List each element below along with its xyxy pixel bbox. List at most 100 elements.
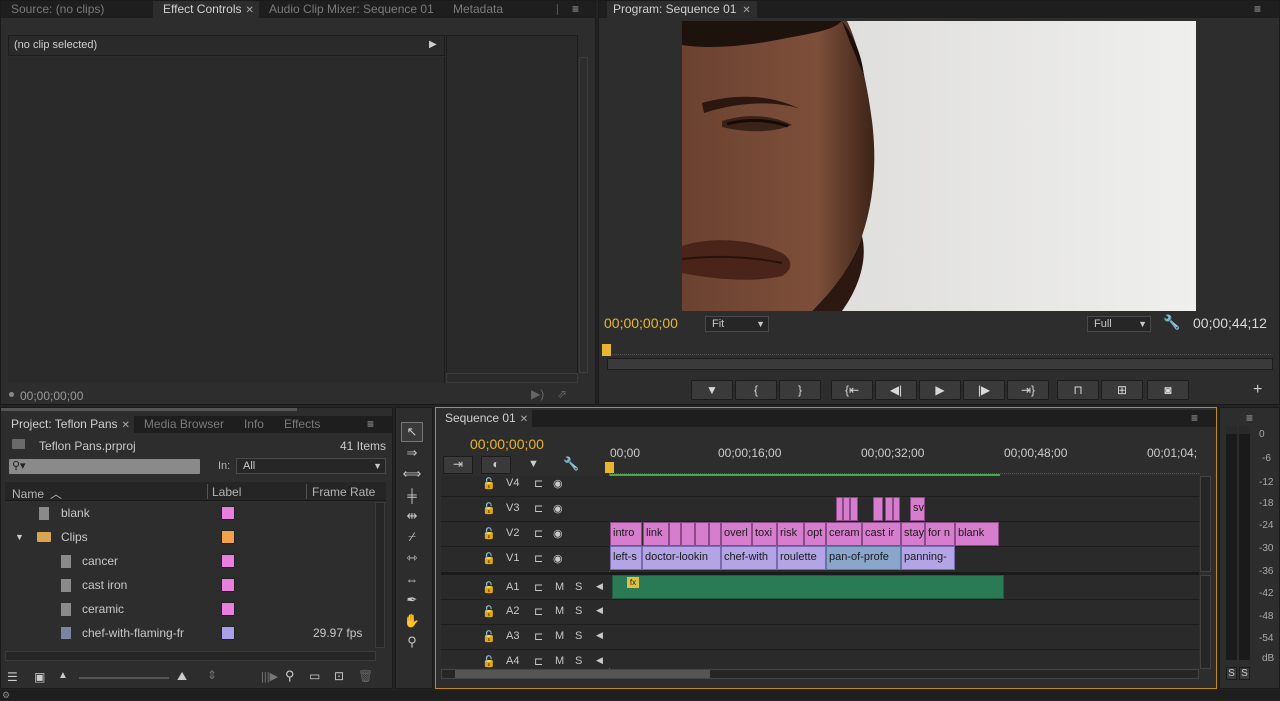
step-back-button[interactable]: ◀| [875,380,917,400]
clip-v3[interactable] [843,497,850,521]
lift-button[interactable]: ⊓ [1057,380,1099,400]
tab-media-browser[interactable]: Media Browser [134,416,234,433]
chevron-down-icon[interactable]: ▼ [15,532,24,542]
horizontal-scrollbar[interactable] [5,651,376,661]
lock-icon[interactable]: 🔓 [482,605,496,618]
solo-button[interactable]: S [575,605,582,617]
list-view-icon[interactable]: ☰ [7,670,18,684]
new-item-icon[interactable]: ⊡ [334,669,344,683]
sync-icon[interactable]: ⊏ [534,552,543,565]
clip-v2[interactable] [695,522,709,546]
sync-icon[interactable]: ⊏ [534,581,543,594]
zoom-out-icon[interactable]: ▲ [58,670,68,681]
column-label[interactable]: Label [212,485,241,499]
mark-in-button[interactable]: { [735,380,777,400]
tab-program[interactable]: Program: Sequence 01 ✕ [607,1,757,18]
timeline-vertical-scrollbar[interactable] [1200,575,1211,669]
close-icon[interactable]: ✕ [742,5,750,16]
icon-view-icon[interactable]: ▣ [34,670,45,684]
zoom-dropdown[interactable]: Fit ▼ [705,316,769,332]
clip-v3[interactable] [836,497,843,521]
tab-audio-clip-mixer[interactable]: Audio Clip Mixer: Sequence 01 [259,1,443,18]
sync-icon[interactable]: ⊏ [534,477,543,490]
clip-v2[interactable]: opt [804,522,826,546]
clip-v2[interactable]: stay [901,522,925,546]
lock-icon[interactable]: 🔓 [482,502,496,515]
lock-icon[interactable]: 🔓 [482,630,496,643]
sync-icon[interactable]: ⊏ [534,605,543,618]
solo-button[interactable]: S [575,630,582,642]
automate-icon[interactable]: |||▶ [261,670,278,683]
playhead-marker-icon[interactable] [602,344,611,356]
export-frame-button[interactable]: ◙ [1147,380,1189,400]
zoom-in-icon[interactable]: ⛰ [177,669,187,684]
clip-v3[interactable] [885,497,893,521]
list-item[interactable]: blank [9,501,377,525]
clip-v2[interactable]: ceram [826,522,862,546]
eye-icon[interactable]: ◉ [553,502,563,515]
track-name[interactable]: A1 [506,581,519,593]
label-swatch[interactable] [221,554,235,568]
effect-controls-timecode[interactable]: 00;00;00;00 [20,389,83,403]
clip-v2[interactable]: cast ir [862,522,901,546]
quality-dropdown[interactable]: Full ▼ [1087,316,1151,332]
track-name[interactable]: A4 [506,655,519,667]
clip-v2[interactable]: blank [955,522,999,546]
mute-button[interactable]: M [555,605,564,617]
list-item[interactable]: cancer [9,549,377,573]
track-name[interactable]: V3 [506,502,519,514]
slide-tool-icon[interactable]: ⇔ [401,569,423,589]
close-icon[interactable]: ✕ [245,5,253,16]
search-input[interactable]: ⚲▾ [9,459,200,474]
in-filter-dropdown[interactable]: All ▼ [236,458,386,474]
trash-icon[interactable]: 🗑 [358,669,373,683]
fx-badge[interactable]: fx [627,577,639,588]
play-button[interactable]: ▶ [919,380,961,400]
list-item[interactable]: cast iron [9,573,377,597]
sync-icon[interactable]: ⊏ [534,502,543,515]
panel-menu-icon[interactable]: ≡ [1246,411,1253,425]
clip-v1[interactable]: panning- [901,546,955,570]
clip-v2[interactable]: risk [777,522,804,546]
timeline-vertical-scrollbar[interactable] [1200,476,1211,572]
clip-v3[interactable] [873,497,883,521]
tab-effects[interactable]: Effects [274,416,330,433]
zoom-scrollbar[interactable] [607,358,1273,370]
clip-v3-sv[interactable]: sv [910,497,925,521]
voiceover-icon[interactable]: ◀ [596,581,603,592]
close-icon[interactable]: ✕ [122,420,130,431]
vertical-scrollbar[interactable] [375,502,385,648]
vertical-scrollbar[interactable] [579,57,588,373]
mute-button[interactable]: M [555,630,564,642]
clip-v2[interactable]: link [643,522,669,546]
add-marker-button[interactable]: ▼ [691,380,733,400]
list-item[interactable]: ceramic [9,597,377,621]
track-name[interactable]: V4 [506,477,519,489]
new-bin-icon[interactable]: ▭ [309,669,320,683]
lock-icon[interactable]: 🔓 [482,527,496,540]
track-select-tool-icon[interactable]: ⇒ [401,443,423,463]
eye-icon[interactable]: ◉ [553,527,563,540]
tab-effect-controls[interactable]: Effect Controls ✕ [153,1,259,18]
clip-v2[interactable] [681,522,695,546]
track-name[interactable]: V1 [506,552,519,564]
voiceover-icon[interactable]: ◀ [596,655,603,666]
selection-tool-icon[interactable]: ↖ [401,422,423,442]
sync-icon[interactable]: ⊏ [534,630,543,643]
hand-tool-icon[interactable]: ✋ [401,611,423,631]
clip-v1[interactable]: roulette [777,546,826,570]
lock-icon[interactable]: 🔓 [482,477,496,490]
expand-arrow-icon[interactable]: ▶ [429,39,437,50]
tab-project[interactable]: Project: Teflon Pans ✕ [1,416,134,433]
list-item[interactable]: ▼ Clips [9,525,377,549]
panel-menu-icon[interactable]: ≡ [1191,411,1198,425]
clip-v1[interactable]: chef-with [721,546,777,570]
slip-tool-icon[interactable]: ⇿ [401,548,423,568]
go-to-in-button[interactable]: {⇤ [831,380,873,400]
label-swatch[interactable] [221,578,235,592]
eye-icon[interactable]: ◉ [553,552,563,565]
list-item[interactable]: chef-with-flaming-fr 29.97 fps [9,621,377,645]
voiceover-icon[interactable]: ◀ [596,605,603,616]
clip-v2[interactable] [709,522,721,546]
program-mini-ruler[interactable] [609,343,1271,355]
